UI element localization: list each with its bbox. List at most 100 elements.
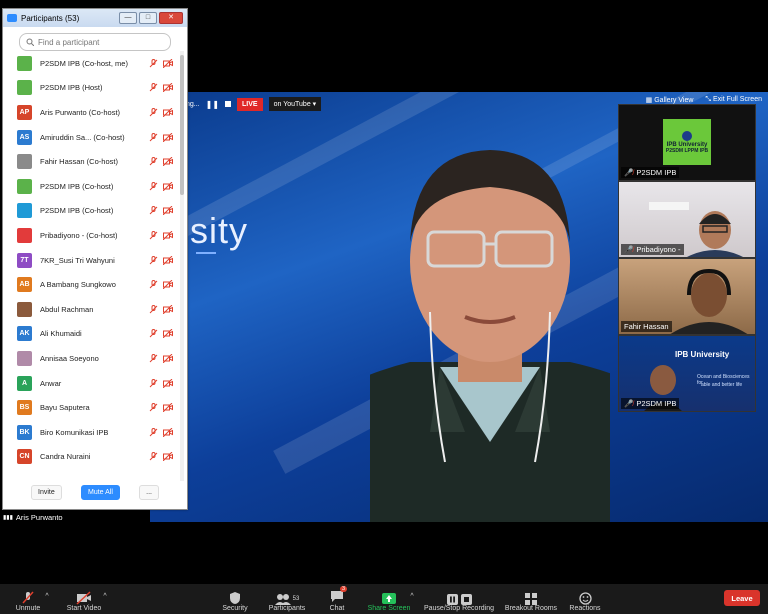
participants-icon-group: 53 <box>274 593 299 605</box>
participant-row[interactable]: Annisaa Soeyono <box>3 346 179 371</box>
participant-row[interactable]: P2SDM IPB (Co-host, me) <box>3 51 179 76</box>
thumbnail-name: Pribadiyono - <box>636 245 681 254</box>
participant-row[interactable]: AB A Bambang Sungkowo <box>3 272 179 297</box>
pause-stop-recording-button[interactable]: Pause/Stop Recording <box>420 584 498 614</box>
participant-status-icons <box>149 206 173 216</box>
muted-mic-icon <box>149 157 158 166</box>
participant-row[interactable]: Fahir Hassan (Co-host) <box>3 149 179 174</box>
invite-button[interactable]: Invite <box>31 484 62 500</box>
close-button[interactable]: ✕ <box>159 12 183 24</box>
maximize-button[interactable]: □ <box>139 12 157 24</box>
avatar <box>17 227 32 243</box>
muted-mic-icon: 🎤̸ <box>624 399 634 408</box>
participant-row[interactable]: AS Amiruddin Sa... (Co-host) <box>3 125 179 150</box>
slide-underline <box>196 252 216 254</box>
participant-row[interactable]: P2SDM IPB (Co-host) <box>3 199 179 224</box>
audio-options-caret[interactable]: ^ <box>44 584 50 614</box>
stop-icon <box>460 594 472 605</box>
presenter-figure <box>370 150 610 522</box>
mute-all-button[interactable]: Mute All <box>80 484 120 500</box>
gallery-view-button[interactable]: ▦ Gallery View <box>646 96 694 104</box>
participant-row[interactable]: AP Aris Purwanto (Co-host) <box>3 100 179 125</box>
thumbnail-name-label: 🎤̸ Pribadiyono - <box>621 244 684 255</box>
video-off-icon <box>163 280 173 290</box>
gallery-view-label: Gallery View <box>654 97 694 104</box>
thumbnail-video[interactable]: 🎤̸ Pribadiyono - <box>618 181 756 258</box>
scrollbar-thumb[interactable] <box>180 55 184 195</box>
grid-icon: ▦ <box>645 97 653 104</box>
shield-icon <box>230 592 240 604</box>
muted-mic-icon <box>149 329 158 338</box>
avatar <box>17 154 32 170</box>
participant-row[interactable]: 7T 7KR_Susi Tri Wahyuni <box>3 248 179 273</box>
participant-status-icons <box>149 230 173 240</box>
participant-row[interactable]: BS Bayu Saputera <box>3 395 179 420</box>
participant-row[interactable]: Abdul Rachman <box>3 297 179 322</box>
participant-name: P2SDM IPB (Co-host) <box>40 181 114 191</box>
participant-row[interactable]: P2SDM IPB (Co-host) <box>3 174 179 199</box>
participant-row[interactable]: P2SDM IPB (Host) <box>3 76 179 101</box>
share-screen-button[interactable]: Share Screen <box>366 584 412 614</box>
muted-mic-icon <box>149 255 158 264</box>
avatar <box>17 178 32 194</box>
breakout-rooms-icon <box>525 593 537 605</box>
video-off-icon <box>163 255 173 265</box>
security-button[interactable]: Security <box>218 584 252 614</box>
participants-panel: Participants (53) — □ ✕ Find a participa… <box>2 8 188 510</box>
participant-name: 7KR_Susi Tri Wahyuni <box>40 255 115 265</box>
participant-row[interactable]: A Anwar <box>3 371 179 396</box>
video-options-caret[interactable]: ^ <box>102 584 108 614</box>
smiley-icon <box>578 592 592 605</box>
caret-up-icon: ^ <box>45 593 49 600</box>
unmute-button[interactable]: Unmute <box>10 584 46 614</box>
participant-name: Anwar <box>40 378 62 388</box>
avatar: AS <box>17 129 32 145</box>
search-input[interactable]: Find a participant <box>19 33 171 51</box>
participant-row[interactable]: BK Biro Komunikasi IPB <box>3 420 179 445</box>
thumbnail-video[interactable]: IPB University Ocean and Biosciences for… <box>618 335 756 412</box>
share-options-caret[interactable]: ^ <box>409 584 415 614</box>
video-off-icon <box>163 304 173 314</box>
muted-mic-icon <box>149 58 158 68</box>
share-screen-icon <box>382 593 396 604</box>
youtube-stream-dropdown[interactable]: on YouTube ▾ <box>268 97 322 111</box>
chat-button[interactable]: 3 Chat <box>324 584 350 614</box>
chat-icon-wrap: 3 <box>330 586 348 605</box>
signal-icon: ▮▮▮ <box>3 515 13 521</box>
participant-name: P2SDM IPB (Host) <box>40 83 103 93</box>
more-button[interactable]: ... <box>139 484 159 500</box>
participant-row[interactable]: CN Candra Nuraini <box>3 445 179 470</box>
pause-recording-icon[interactable]: ❚❚ <box>206 100 219 109</box>
exit-fullscreen-button[interactable]: ⤡ Exit Full Screen <box>705 96 762 104</box>
start-video-button[interactable]: Start Video <box>62 584 106 614</box>
participant-status-icons <box>149 452 173 462</box>
participant-name: Annisaa Soeyono <box>40 353 99 363</box>
participants-button[interactable]: 53 Participants <box>264 584 310 614</box>
people-icon <box>274 594 291 605</box>
muted-mic-icon <box>149 230 158 240</box>
video-off-icon <box>163 83 173 93</box>
participant-status-icons <box>149 403 173 413</box>
exit-fullscreen-label: Exit Full Screen <box>712 96 762 103</box>
search-icon <box>26 38 34 46</box>
video-off-icon <box>163 206 173 216</box>
stop-recording-icon[interactable] <box>225 101 232 107</box>
view-controls: ▦ Gallery View ⤡ Exit Full Screen <box>646 96 762 104</box>
leave-button[interactable]: Leave <box>724 590 760 606</box>
thumbnail-video[interactable]: Fahir Hassan <box>618 258 756 335</box>
video-off-icon <box>163 58 173 68</box>
live-badge[interactable]: LIVE <box>237 97 263 111</box>
muted-mic-icon <box>149 83 158 92</box>
thumbnail-name: P2SDM IPB <box>636 168 677 177</box>
minimize-button[interactable]: — <box>119 12 137 24</box>
participant-status-icons <box>149 58 173 68</box>
participant-row[interactable]: Pribadiyono - (Co-host) <box>3 223 179 248</box>
thumbnail-video[interactable]: IPB University P2SDM LPPM IPB 🎤̸ P2SDM I… <box>618 104 756 181</box>
video-off-icon <box>163 329 173 339</box>
avatar: AK <box>17 326 32 342</box>
participant-row[interactable]: AK Ali Khumaidi <box>3 322 179 347</box>
banner-line-2: able and better life <box>701 382 743 388</box>
reactions-button[interactable]: Reactions <box>566 584 604 614</box>
breakout-rooms-button[interactable]: Breakout Rooms <box>502 584 560 614</box>
thumbnail-name-label: Fahir Hassan <box>621 321 672 332</box>
